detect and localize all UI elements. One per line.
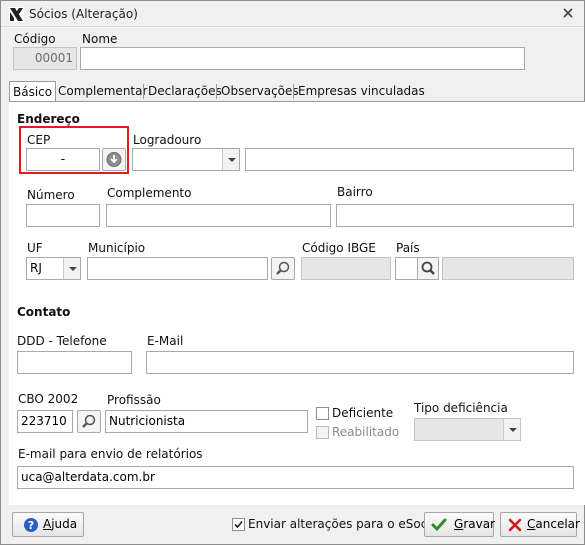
ok-check-icon <box>431 518 447 532</box>
ajuda-label: Ajuda <box>43 517 78 531</box>
socios-dialog: Sócios (Alteração) Código 00001 Nome Bás… <box>0 0 585 545</box>
municipio-search-button[interactable] <box>271 257 295 280</box>
deficiente-label: Deficiente <box>332 406 394 420</box>
logradouro-label: Logradouro <box>133 133 202 147</box>
profissao-field[interactable]: Nutricionista <box>105 410 308 433</box>
tab-separator <box>293 84 294 99</box>
ibge-field <box>301 257 391 280</box>
cbo-label: CBO 2002 <box>18 392 79 406</box>
pais-search-button[interactable] <box>417 257 439 280</box>
uf-dropdown-icon[interactable] <box>63 258 80 279</box>
deficiente-checkbox[interactable] <box>316 407 329 420</box>
cbo-search-button[interactable] <box>77 410 101 433</box>
nome-label: Nome <box>82 32 118 46</box>
close-icon[interactable] <box>561 6 575 20</box>
complemento-field[interactable] <box>106 204 331 227</box>
tab-observacoes[interactable]: Observações <box>218 81 302 102</box>
esocial-checkbox[interactable] <box>232 518 245 531</box>
endereco-section-label: Endereço <box>17 112 80 126</box>
magnifier-icon <box>276 261 290 275</box>
tab-separator <box>143 84 144 99</box>
esocial-label: Enviar alterações para o eSocial <box>248 517 442 531</box>
cep-field[interactable]: - <box>26 148 100 171</box>
tab-empresas-vinculadas[interactable]: Empresas vinculadas <box>295 81 428 102</box>
title-bar: Sócios (Alteração) <box>1 1 584 27</box>
cep-lookup-button[interactable] <box>102 148 126 171</box>
tab-complementar[interactable]: Complementar <box>55 81 150 102</box>
pais-label: País <box>396 241 420 255</box>
email-relatorios-label: E-mail para envio de relatórios <box>18 447 203 461</box>
tab-declaracoes[interactable]: Declarações <box>145 81 225 102</box>
gravar-label: Gravar <box>454 517 495 531</box>
nome-field[interactable] <box>80 47 525 70</box>
email-label: E-Mail <box>147 334 184 348</box>
gravar-button[interactable]: Gravar <box>424 512 495 537</box>
email-relatorios-field[interactable]: uca@alterdata.com.br <box>17 466 574 489</box>
ajuda-button[interactable]: ? Ajuda <box>12 512 84 537</box>
cbo-field[interactable]: 223710 <box>17 410 73 433</box>
codigo-label: Código <box>14 32 56 46</box>
magnifier-icon <box>421 261 435 275</box>
app-logo-icon <box>9 7 24 22</box>
ibge-label: Código IBGE <box>302 241 376 255</box>
reabilitado-label: Reabilitado <box>332 425 400 439</box>
cancel-x-icon <box>508 518 522 532</box>
logradouro-type-dropdown-icon[interactable] <box>222 149 239 170</box>
codigo-field: 00001 <box>13 47 77 70</box>
tab-basico[interactable]: Básico <box>9 81 57 103</box>
checkmark-icon <box>234 520 243 529</box>
contato-section-label: Contato <box>17 305 71 319</box>
logradouro-field[interactable] <box>245 148 574 171</box>
email-field[interactable] <box>146 351 574 374</box>
magnifier-icon <box>82 414 96 428</box>
municipio-label: Município <box>88 241 146 255</box>
numero-field[interactable] <box>26 204 100 227</box>
bairro-field[interactable] <box>336 204 574 227</box>
municipio-field[interactable] <box>87 257 268 280</box>
tipo-deficiencia-dropdown-icon <box>503 419 520 440</box>
cep-search-icon <box>106 152 122 167</box>
reabilitado-checkbox <box>316 426 329 439</box>
window-title: Sócios (Alteração) <box>29 7 138 21</box>
pais-code-field[interactable] <box>395 257 419 280</box>
bairro-label: Bairro <box>337 185 373 199</box>
telefone-label: DDD - Telefone <box>17 334 107 348</box>
uf-label: UF <box>27 241 43 255</box>
tipo-deficiencia-label: Tipo deficiência <box>414 401 508 415</box>
svg-text:?: ? <box>28 519 34 532</box>
cancelar-label: Cancelar <box>527 517 580 531</box>
profissao-label: Profissão <box>107 393 161 407</box>
pais-name-field <box>442 257 574 280</box>
cep-label: CEP <box>27 133 51 147</box>
complemento-label: Complemento <box>107 186 192 200</box>
telefone-field[interactable] <box>17 351 132 374</box>
cancelar-button[interactable]: Cancelar <box>500 512 580 537</box>
tab-separator <box>216 84 217 99</box>
help-icon: ? <box>24 518 38 532</box>
numero-label: Número <box>27 188 75 202</box>
